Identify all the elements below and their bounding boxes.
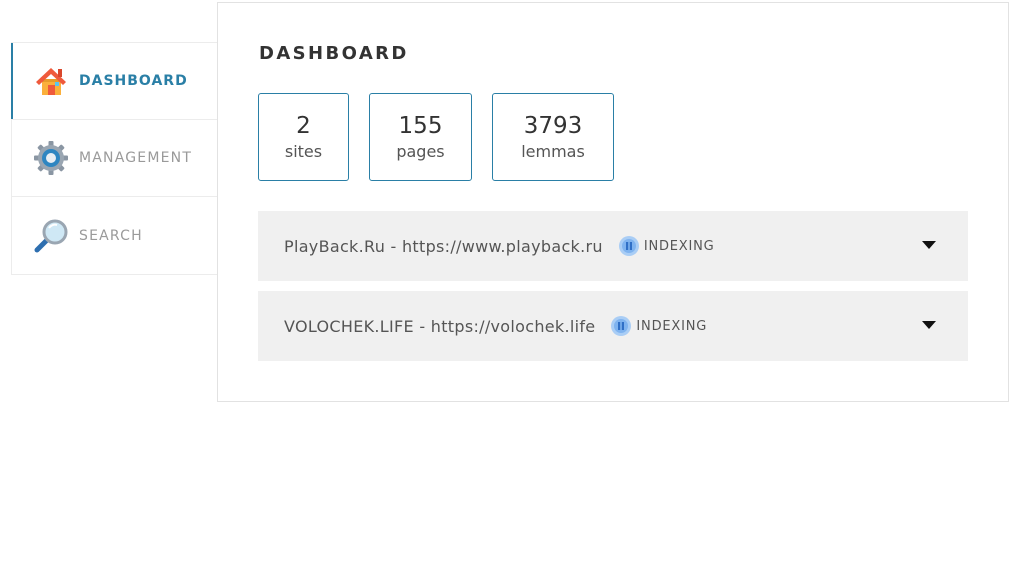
site-row-playback[interactable]: PlayBack.Ru - https://www.playback.ru IN… (258, 211, 968, 281)
stat-value: 2 (296, 112, 311, 139)
pause-icon (611, 316, 632, 336)
stat-value: 155 (398, 112, 443, 139)
site-row-volochek[interactable]: VOLOCHEK.LIFE - https://volochek.life IN… (258, 291, 968, 361)
sidebar: DASHBOARD MANAGEMENT SEARCH (11, 42, 217, 275)
stat-label: lemmas (521, 141, 585, 161)
status-badge: INDEXING (611, 316, 707, 336)
sidebar-item-management[interactable]: MANAGEMENT (12, 120, 217, 197)
sidebar-item-dashboard[interactable]: DASHBOARD (11, 43, 217, 120)
app-root: DASHBOARD MANAGEMENT SEARCH DASHBOARD 2 … (0, 0, 1029, 572)
dashboard-panel: DASHBOARD 2 sites 155 pages 3793 lemmas … (217, 2, 1009, 402)
status-text: INDEXING (643, 238, 715, 254)
sidebar-item-label: SEARCH (79, 227, 143, 244)
chevron-down-icon[interactable] (922, 321, 936, 329)
sidebar-item-label: DASHBOARD (79, 73, 188, 89)
stat-card-sites: 2 sites (258, 93, 349, 181)
stat-card-lemmas: 3793 lemmas (492, 93, 614, 181)
chevron-down-icon[interactable] (922, 241, 936, 249)
status-text: INDEXING (636, 318, 708, 334)
status-badge: INDEXING (618, 236, 715, 256)
stat-label: sites (284, 141, 323, 161)
stats-row: 2 sites 155 pages 3793 lemmas (258, 93, 634, 181)
sidebar-item-search[interactable]: SEARCH (12, 197, 217, 274)
stat-label: pages (396, 141, 445, 161)
gear-icon (34, 141, 68, 175)
site-name: PlayBack.Ru - https://www.playback.ru (284, 236, 603, 256)
stat-card-pages: 155 pages (369, 93, 472, 181)
site-name: VOLOCHEK.LIFE - https://volochek.life (284, 316, 596, 336)
stat-value: 3793 (523, 112, 583, 139)
sidebar-item-label: MANAGEMENT (79, 150, 193, 166)
magnifier-icon (34, 219, 68, 252)
pause-icon (618, 236, 639, 256)
page-title: DASHBOARD (259, 43, 409, 64)
home-icon (36, 68, 66, 95)
